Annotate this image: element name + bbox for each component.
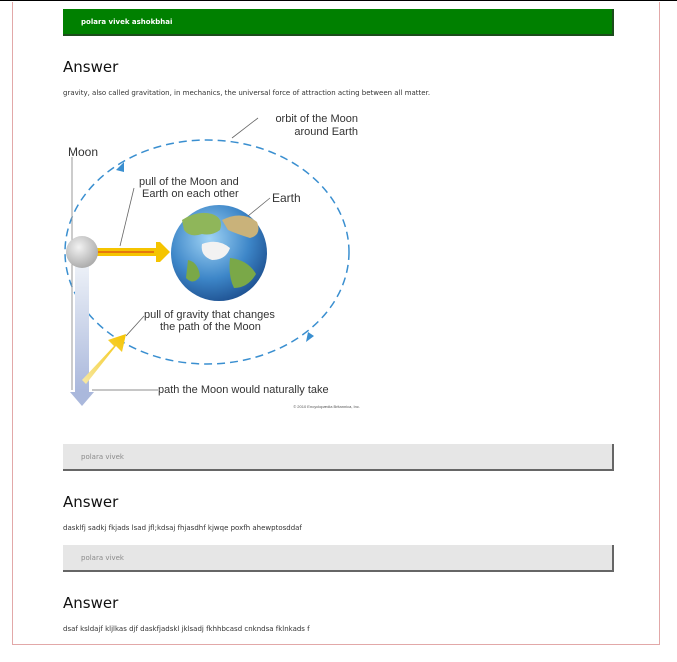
answer-text: dasklfj sadkj fkjads lsad jfl;kdsaj fhja… — [63, 524, 302, 532]
moon — [66, 236, 98, 268]
label-earth: Earth — [272, 191, 301, 205]
answer-heading: Answer — [63, 493, 119, 511]
answer-text: dsaf ksldajf kljlkas djf daskfjadskl jkl… — [63, 625, 310, 633]
figure-credit: © 2010 Encyclopædia Britannica, Inc. — [293, 404, 360, 409]
answer-heading: Answer — [63, 58, 119, 76]
top-border — [0, 0, 677, 1]
answer-heading: Answer — [63, 594, 119, 612]
question-bar[interactable]: polara vivek — [63, 545, 614, 572]
label-pull-1: pull of the Moon and — [139, 176, 239, 188]
label-gravity-2: the path of the Moon — [160, 321, 261, 333]
label-moon: Moon — [68, 145, 98, 159]
user-name-bar[interactable]: polara vivek ashokbhai — [63, 9, 614, 36]
label-pull-2: Earth on each other — [142, 188, 239, 200]
answer-text: gravity, also called gravitation, in mec… — [63, 89, 431, 97]
gravity-diagram: orbit of the Moon around Earth Moon pull… — [62, 110, 367, 410]
asker-name: polara vivek — [81, 453, 124, 461]
orbit-arrow-bottom — [306, 332, 314, 342]
question-bar[interactable]: polara vivek — [63, 444, 614, 471]
label-orbit-2: around Earth — [294, 126, 358, 138]
label-path: path the Moon would naturally take — [158, 384, 329, 396]
label-orbit-1: orbit of the Moon — [275, 113, 358, 125]
label-gravity-1: pull of gravity that changes — [144, 309, 275, 321]
natural-path-arrow — [70, 392, 94, 406]
asker-name: polara vivek — [81, 554, 124, 562]
user-name: polara vivek ashokbhai — [81, 18, 173, 26]
pull-arrow — [156, 242, 170, 262]
